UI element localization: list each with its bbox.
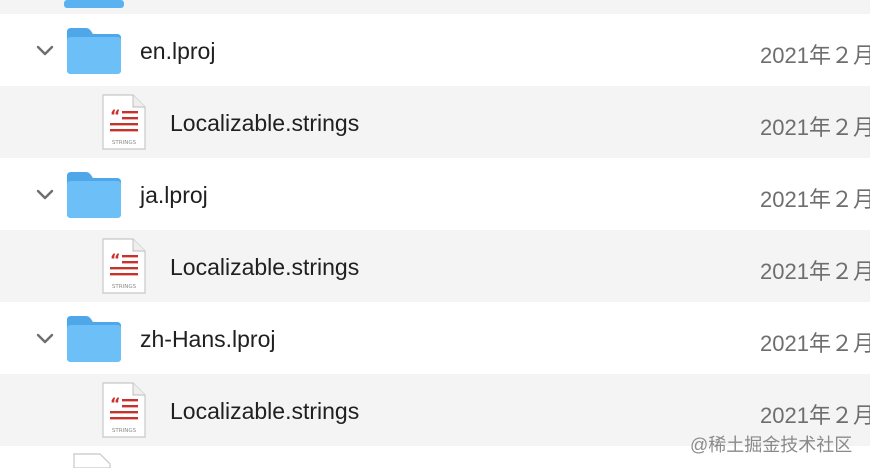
strings-label: STRINGS <box>112 284 137 290</box>
strings-file-icon: “ STRINGS <box>102 382 146 438</box>
folder-name[interactable]: ja.lproj <box>140 182 208 209</box>
chevron-down-icon[interactable] <box>33 326 57 350</box>
date-modified: 2021年２月 <box>760 331 870 356</box>
folder-icon <box>67 28 121 74</box>
folder-name[interactable]: en.lproj <box>140 38 215 65</box>
file-name[interactable]: Localizable.strings <box>170 254 359 281</box>
list-row-file[interactable]: “ STRINGS Localizable.strings 2021年２月 <box>0 86 870 158</box>
folder-icon <box>67 172 121 218</box>
svg-text:“: “ <box>110 394 121 413</box>
list-row-folder-en[interactable]: en.lproj 2021年２月 <box>0 14 870 86</box>
folder-name[interactable]: zh-Hans.lproj <box>140 326 276 353</box>
folder-icon <box>64 0 124 8</box>
svg-text:“: “ <box>110 106 121 125</box>
date-modified: 2021年２月 <box>760 403 870 428</box>
list-row-folder-zh-hans[interactable]: zh-Hans.lproj 2021年２月 <box>0 302 870 374</box>
list-row-folder-ja[interactable]: ja.lproj 2021年２月 <box>0 158 870 230</box>
strings-label: STRINGS <box>112 428 137 434</box>
file-name[interactable]: Localizable.strings <box>170 398 359 425</box>
strings-file-icon: “ STRINGS <box>102 238 146 294</box>
date-modified: 2021年２月 <box>760 43 870 68</box>
strings-file-icon: “ STRINGS <box>102 94 146 150</box>
list-row-file[interactable]: “ STRINGS Localizable.strings 2021年２月 <box>0 230 870 302</box>
chevron-down-icon[interactable] <box>33 182 57 206</box>
date-modified: 2021年２月 <box>760 115 870 140</box>
folder-icon <box>67 316 121 362</box>
file-icon-partial <box>73 453 111 468</box>
file-name[interactable]: Localizable.strings <box>170 110 359 137</box>
chevron-down-icon[interactable] <box>33 38 57 62</box>
date-modified: 2021年２月 <box>760 187 870 212</box>
strings-label: STRINGS <box>112 140 137 146</box>
date-modified: 2021年２月 <box>760 259 870 284</box>
list-row-partial-top[interactable] <box>0 0 870 14</box>
watermark: @稀土掘金技术社区 <box>690 435 853 455</box>
svg-text:“: “ <box>110 250 121 269</box>
